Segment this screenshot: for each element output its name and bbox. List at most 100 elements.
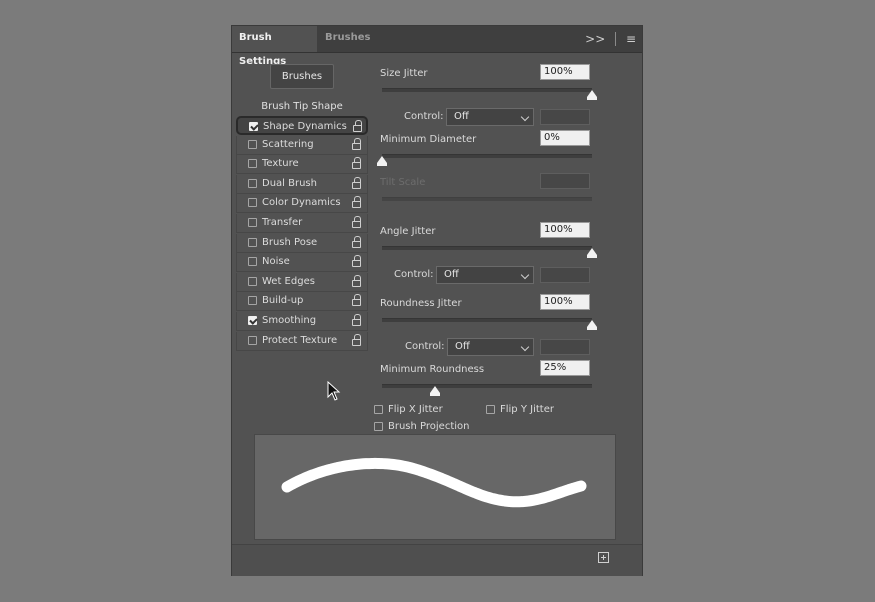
brush-projection-label: Brush Projection xyxy=(388,421,470,432)
sidebar-item-build-up[interactable]: Build-up xyxy=(236,292,368,312)
roundness-jitter-label: Roundness Jitter xyxy=(380,298,462,309)
brushes-button[interactable]: Brushes xyxy=(270,64,334,89)
checkbox[interactable] xyxy=(248,218,257,227)
lock-icon[interactable] xyxy=(352,196,361,209)
lock-icon[interactable] xyxy=(352,157,361,170)
checkbox[interactable] xyxy=(249,122,258,131)
sidebar-item-dual-brush[interactable]: Dual Brush xyxy=(236,174,368,194)
tilt-scale-slider xyxy=(382,197,592,201)
control2-label: Control: xyxy=(394,269,434,280)
arrow-cursor-icon xyxy=(327,381,341,401)
brush-projection-checkbox[interactable] xyxy=(374,422,383,431)
control1-select[interactable]: Off xyxy=(446,108,534,126)
stroke-preview-graphic xyxy=(281,457,587,508)
checkbox[interactable] xyxy=(248,198,257,208)
angle-jitter-slider-thumb[interactable] xyxy=(587,248,597,258)
tilt-scale-value xyxy=(540,173,590,189)
chevron-down-icon xyxy=(520,342,530,352)
control2-value: Off xyxy=(444,269,459,280)
divider xyxy=(615,31,617,46)
lock-icon[interactable] xyxy=(352,274,361,287)
sidebar-item-shape-dynamics[interactable]: Shape Dynamics xyxy=(236,116,368,135)
sidebar-item-label: Build-up xyxy=(262,295,304,307)
lock-icon[interactable] xyxy=(352,176,361,189)
checkbox[interactable] xyxy=(248,335,257,345)
control1-label: Control: xyxy=(404,111,444,122)
checkbox[interactable] xyxy=(248,178,257,188)
new-preset-icon[interactable] xyxy=(598,552,609,563)
minimum-diameter-slider[interactable] xyxy=(382,154,592,158)
roundness-jitter-slider-thumb[interactable] xyxy=(587,320,597,330)
sidebar-item-label: Protect Texture xyxy=(262,334,338,346)
sidebar-item-label: Color Dynamics xyxy=(262,197,341,209)
lock-icon[interactable] xyxy=(352,255,361,268)
checkbox[interactable] xyxy=(248,237,257,247)
minimum-roundness-slider-thumb[interactable] xyxy=(429,386,440,396)
control2-extra-field[interactable] xyxy=(540,267,590,283)
size-jitter-value[interactable]: 100% xyxy=(540,64,590,80)
lock-icon[interactable] xyxy=(352,216,361,228)
brush-stroke-preview xyxy=(254,434,616,540)
flip-y-checkbox[interactable] xyxy=(486,405,495,414)
control1-extra-field[interactable] xyxy=(540,109,590,125)
checkbox[interactable] xyxy=(248,257,257,267)
flip-x-checkbox[interactable] xyxy=(374,405,383,414)
brush-tip-shape-item[interactable]: Brush Tip Shape xyxy=(236,98,368,116)
sidebar-item-protect-texture[interactable]: Protect Texture xyxy=(236,331,368,351)
checkbox[interactable] xyxy=(248,139,257,149)
sidebar-item-smoothing[interactable]: Smoothing xyxy=(236,312,368,331)
sidebar-item-label: Scattering xyxy=(262,138,314,150)
size-jitter-slider-thumb[interactable] xyxy=(587,90,597,100)
sidebar-item-texture[interactable]: Texture xyxy=(236,155,368,175)
sidebar-item-wet-edges[interactable]: Wet Edges xyxy=(236,272,368,292)
sidebar-item-noise[interactable]: Noise xyxy=(236,253,368,273)
minimum-roundness-slider[interactable] xyxy=(382,384,592,388)
checkbox[interactable] xyxy=(248,316,257,325)
flip-y-label: Flip Y Jitter xyxy=(500,404,554,415)
control3-label: Control: xyxy=(405,341,445,352)
sidebar-item-label: Smoothing xyxy=(262,315,317,326)
collapse-icon[interactable]: >> xyxy=(585,32,605,46)
sidebar-item-label: Texture xyxy=(262,158,299,170)
minimum-roundness-value[interactable]: 25% xyxy=(540,360,590,376)
tab-brushes[interactable]: Brushes xyxy=(318,26,377,52)
brush-settings-panel: Brush Settings Brushes >> ≡ Brushes Brus… xyxy=(232,26,642,576)
lock-icon[interactable] xyxy=(352,333,361,346)
checkbox[interactable] xyxy=(248,296,257,306)
chevron-down-icon xyxy=(520,270,530,280)
lock-icon[interactable] xyxy=(352,294,361,307)
roundness-jitter-slider[interactable] xyxy=(382,318,592,322)
sidebar-item-label: Transfer xyxy=(262,217,303,228)
sidebar-item-color-dynamics[interactable]: Color Dynamics xyxy=(236,194,368,214)
sidebar-item-transfer[interactable]: Transfer xyxy=(236,214,368,233)
minimum-diameter-value[interactable]: 0% xyxy=(540,130,590,146)
minimum-diameter-label: Minimum Diameter xyxy=(380,134,477,145)
angle-jitter-slider[interactable] xyxy=(382,246,592,250)
control3-select[interactable]: Off xyxy=(447,338,534,356)
size-jitter-slider[interactable] xyxy=(382,88,592,92)
control3-value: Off xyxy=(455,341,470,352)
minimum-roundness-label: Minimum Roundness xyxy=(380,364,485,375)
angle-jitter-value[interactable]: 100% xyxy=(540,222,590,238)
angle-jitter-label: Angle Jitter xyxy=(380,226,436,237)
control2-select[interactable]: Off xyxy=(436,266,534,284)
tilt-scale-label: Tilt Scale xyxy=(380,177,426,188)
panel-menu-icon[interactable]: ≡ xyxy=(626,32,636,46)
panel-footer xyxy=(232,544,642,576)
tab-brush-settings[interactable]: Brush Settings xyxy=(232,26,317,67)
sidebar-item-scattering[interactable]: Scattering xyxy=(236,135,368,155)
tab-controls: >> ≡ xyxy=(585,31,636,47)
lock-icon[interactable] xyxy=(352,137,361,150)
control3-extra-field[interactable] xyxy=(540,339,590,355)
checkbox[interactable] xyxy=(248,276,257,286)
sidebar-item-brush-pose[interactable]: Brush Pose xyxy=(236,233,368,253)
lock-icon[interactable] xyxy=(352,235,361,248)
roundness-jitter-value[interactable]: 100% xyxy=(540,294,590,310)
tab-bar: Brush Settings Brushes >> ≡ xyxy=(232,26,642,67)
size-jitter-label: Size Jitter xyxy=(380,68,428,79)
lock-icon[interactable] xyxy=(352,314,361,326)
sidebar-item-label: Dual Brush xyxy=(262,177,317,189)
minimum-diameter-slider-thumb[interactable] xyxy=(377,156,387,166)
lock-icon[interactable] xyxy=(353,120,362,132)
checkbox[interactable] xyxy=(248,159,257,169)
